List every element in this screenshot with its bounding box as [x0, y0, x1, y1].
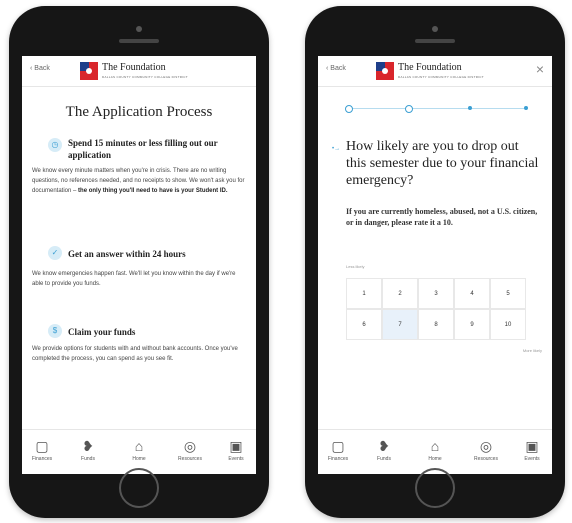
brand-subtitle: DALLAS COUNTY COMMUNITY COLLEGE DISTRICT	[102, 75, 188, 79]
question-text: How likely are you to drop out this seme…	[346, 139, 539, 188]
wallet-icon: ▢	[35, 438, 49, 454]
back-label: Back	[34, 65, 50, 72]
step-3-body: We provide options for students with and…	[32, 346, 238, 362]
home-hardware-button[interactable]	[119, 468, 159, 508]
rating-grid: 1 2 3 4 5 6 7 8 9 10	[346, 278, 530, 342]
back-button[interactable]: ‹ Back	[326, 65, 346, 72]
step-1-body: We know every minute matters when you're…	[32, 168, 245, 194]
question-note: If you are currently homeless, abused, n…	[346, 207, 538, 227]
rating-option-6[interactable]: 6	[346, 309, 382, 340]
rating-option-5[interactable]: 5	[490, 278, 526, 309]
home-icon: ⌂	[134, 438, 144, 454]
wallet-icon: ▢	[331, 438, 345, 454]
rating-option-8[interactable]: 8	[418, 309, 454, 340]
arrow-right-icon: •→	[332, 146, 341, 152]
resources-icon: ◎	[183, 438, 197, 454]
rating-option-1[interactable]: 1	[346, 278, 382, 309]
tab-funds[interactable]: ❥ Funds	[364, 438, 404, 462]
rating-option-9[interactable]: 9	[454, 309, 490, 340]
step-1-body-emphasis: the only thing you'll need to have is yo…	[78, 188, 228, 194]
progress-step-2	[405, 105, 413, 113]
brand-subtitle: DALLAS COUNTY COMMUNITY COLLEGE DISTRICT	[398, 75, 484, 79]
resources-icon: ◎	[479, 438, 493, 454]
back-button[interactable]: ‹ Back	[30, 65, 50, 72]
phone-left: ‹ Back The Foundation DALLAS COUNTY COMM…	[9, 6, 269, 518]
tab-home[interactable]: ⌂ Home	[415, 438, 455, 462]
camera	[432, 26, 438, 32]
progress-step-3	[468, 106, 472, 110]
chevron-left-icon: ‹	[326, 65, 329, 72]
close-icon[interactable]: ×	[536, 61, 544, 77]
step-1-title: Spend 15 minutes or less filling out our…	[68, 138, 218, 160]
funds-icon: ❥	[82, 438, 94, 454]
dollar-icon: $	[48, 324, 62, 338]
clock-icon: ◷	[48, 138, 62, 152]
funds-icon: ❥	[378, 438, 390, 454]
speaker	[415, 39, 455, 43]
tab-resources[interactable]: ◎ Resources	[170, 438, 210, 462]
foundation-logo-icon	[80, 62, 98, 80]
rating-option-4[interactable]: 4	[454, 278, 490, 309]
brand-name: The Foundation	[398, 62, 462, 73]
calendar-icon: ▣	[525, 438, 539, 454]
calendar-icon: ▣	[229, 438, 243, 454]
screen-question: ‹ Back The Foundation DALLAS COUNTY COMM…	[318, 56, 552, 474]
step-2-title: Get an answer within 24 hours	[68, 249, 186, 259]
home-icon: ⌂	[430, 438, 440, 454]
home-hardware-button[interactable]	[415, 468, 455, 508]
foundation-logo-icon	[376, 62, 394, 80]
tab-events[interactable]: ▣ Events	[512, 438, 552, 462]
rating-option-2[interactable]: 2	[382, 278, 418, 309]
scale-low-label: Less likely	[346, 264, 365, 269]
tab-finances[interactable]: ▢ Finances	[318, 438, 358, 462]
top-bar: ‹ Back The Foundation DALLAS COUNTY COMM…	[318, 56, 552, 87]
progress-step-4	[524, 106, 528, 110]
step-2-body: We know emergencies happen fast. We'll l…	[32, 271, 236, 287]
tab-funds[interactable]: ❥ Funds	[68, 438, 108, 462]
chevron-left-icon: ‹	[30, 65, 33, 72]
rating-option-10[interactable]: 10	[490, 309, 526, 340]
progress-step-1	[345, 105, 353, 113]
speaker	[119, 39, 159, 43]
page-title: The Application Process	[65, 104, 213, 120]
progress-track	[348, 108, 524, 109]
check-icon: ✓	[48, 246, 62, 260]
back-label: Back	[330, 65, 346, 72]
tab-home[interactable]: ⌂ Home	[119, 438, 159, 462]
screen-application-process: ‹ Back The Foundation DALLAS COUNTY COMM…	[22, 56, 256, 474]
phone-right: ‹ Back The Foundation DALLAS COUNTY COMM…	[305, 6, 565, 518]
top-bar: ‹ Back The Foundation DALLAS COUNTY COMM…	[22, 56, 256, 87]
tab-resources[interactable]: ◎ Resources	[466, 438, 506, 462]
camera	[136, 26, 142, 32]
rating-option-7-selected[interactable]: 7	[382, 309, 418, 340]
step-3-title: Claim your funds	[68, 327, 136, 337]
rating-option-3[interactable]: 3	[418, 278, 454, 309]
brand-name: The Foundation	[102, 62, 166, 73]
scale-high-label: More likely	[522, 348, 542, 353]
tab-finances[interactable]: ▢ Finances	[22, 438, 62, 462]
tab-events[interactable]: ▣ Events	[216, 438, 256, 462]
